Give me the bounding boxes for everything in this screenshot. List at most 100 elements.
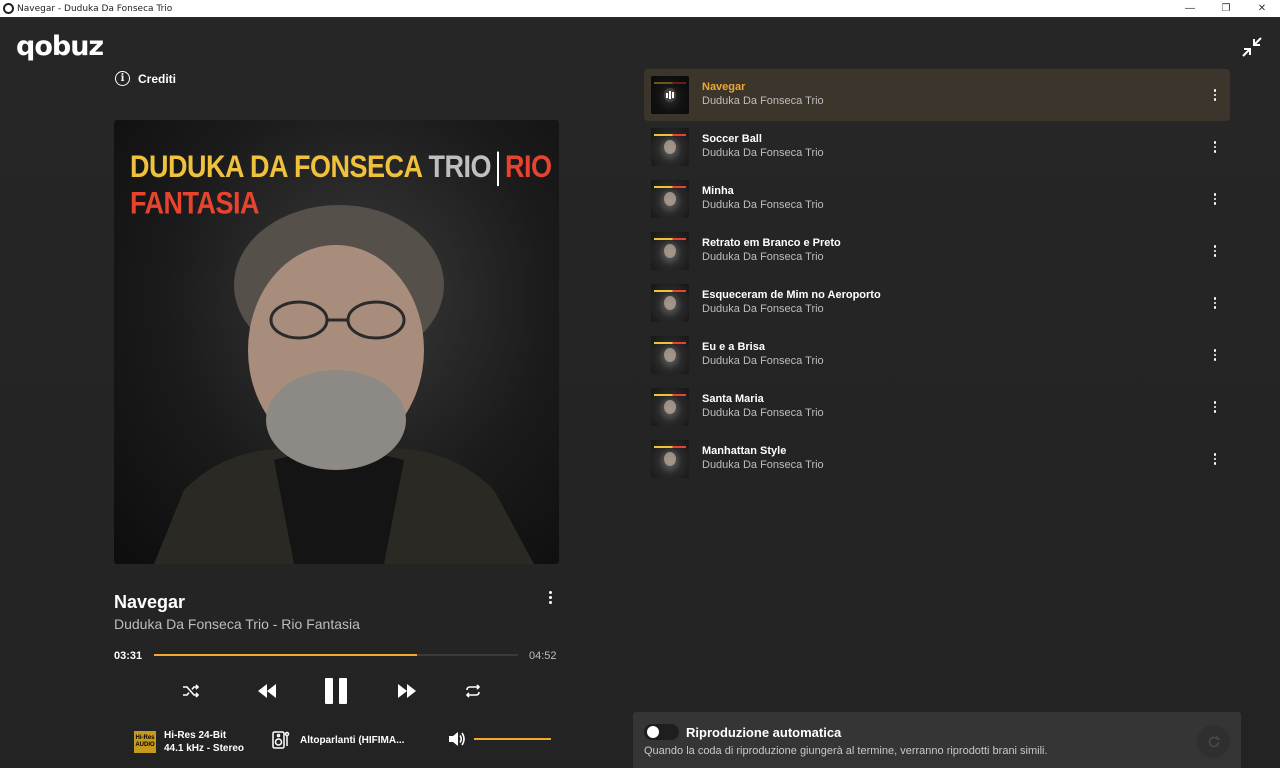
queue-item-artist: Duduka Da Fonseca Trio: [702, 355, 824, 367]
app-icon: [3, 3, 14, 14]
queue-item-title: Retrato em Branco e Preto: [702, 237, 841, 249]
output-device-button[interactable]: Altoparlanti (HIFIMA...: [272, 730, 404, 750]
more-dot: [1213, 89, 1217, 92]
thumbnail-face: [664, 296, 676, 310]
queue-item[interactable]: Esqueceram de Mim no Aeroporto Duduka Da …: [644, 277, 1230, 329]
cover-portrait: [154, 205, 534, 564]
queue-item-thumbnail: [651, 284, 689, 322]
qobuz-logo[interactable]: qobuz: [16, 31, 104, 62]
play-queue: Navegar Duduka Da Fonseca Trio Soccer Ball…: [644, 69, 1230, 485]
more-dot: [1213, 301, 1217, 305]
queue-item-artist: Duduka Da Fonseca Trio: [702, 147, 824, 159]
queue-item[interactable]: Soccer Ball Duduka Da Fonseca Trio: [644, 121, 1230, 173]
next-icon: [398, 684, 416, 698]
pause-icon: [325, 678, 347, 704]
shuffle-icon: [183, 684, 200, 698]
more-dot: [1213, 358, 1217, 361]
output-device-label: Altoparlanti (HIFIMA...: [300, 734, 405, 746]
queue-item-title: Minha: [702, 185, 734, 197]
autoplay-refresh-button[interactable]: [1197, 725, 1230, 758]
hires-badge: Hi-Res AUDIO: [134, 731, 156, 753]
track-more-button[interactable]: [543, 589, 557, 605]
previous-button[interactable]: [256, 683, 278, 699]
queue-item-artist: Duduka Da Fonseca Trio: [702, 95, 824, 107]
more-dot: [1213, 145, 1217, 149]
more-dot: [1213, 254, 1217, 257]
queue-item-artist: Duduka Da Fonseca Trio: [702, 407, 824, 419]
window-titlebar: Navegar - Duduka Da Fonseca Trio — ❐ ✕: [0, 0, 1280, 17]
more-dot: [1213, 197, 1217, 201]
queue-item-thumbnail: [651, 440, 689, 478]
more-dot: [1213, 249, 1217, 253]
more-dot: [1213, 98, 1217, 101]
player-view: qobuz i Crediti DUDUKA DA FONSECA TRIO RI…: [0, 17, 1280, 768]
restore-button[interactable]: ❐: [1208, 0, 1244, 17]
window-controls: — ❐ ✕: [1172, 0, 1280, 17]
collapse-icon: [1242, 37, 1262, 57]
now-playing-icon: [651, 76, 689, 114]
more-dot: [1213, 245, 1217, 248]
audio-quality[interactable]: Hi-Res AUDIO Hi-Res 24-Bit 44.1 kHz - St…: [134, 729, 244, 755]
queue-item-thumbnail: [651, 128, 689, 166]
queue-item-title: Esqueceram de Mim no Aeroporto: [702, 289, 881, 301]
previous-icon: [258, 684, 276, 698]
queue-item[interactable]: Minha Duduka Da Fonseca Trio: [644, 173, 1230, 225]
queue-item-title: Navegar: [702, 81, 746, 93]
queue-item-artist: Duduka Da Fonseca Trio: [702, 199, 824, 211]
queue-item-title: Soccer Ball: [702, 133, 762, 145]
queue-item[interactable]: Santa Maria Duduka Da Fonseca Trio: [644, 381, 1230, 433]
credits-label: Crediti: [138, 71, 177, 86]
volume-icon[interactable]: [448, 731, 466, 747]
queue-item-more-button[interactable]: [1212, 244, 1218, 258]
queue-item-more-button[interactable]: [1212, 192, 1218, 206]
credits-button[interactable]: i Crediti: [115, 71, 176, 86]
queue-item[interactable]: Retrato em Branco e Preto Duduka Da Fonse…: [644, 225, 1230, 277]
window-title: Navegar - Duduka Da Fonseca Trio: [17, 3, 173, 14]
eq-bar: [666, 92, 668, 98]
more-dot: [1213, 462, 1217, 465]
more-dot: [1213, 457, 1217, 461]
thumbnail-face: [664, 400, 676, 414]
queue-item-thumbnail: [651, 232, 689, 270]
minimize-button[interactable]: —: [1172, 0, 1208, 17]
more-dot: [1213, 353, 1217, 357]
repeat-button[interactable]: [463, 683, 483, 699]
total-time: 04:52: [529, 650, 557, 662]
eq-bar: [672, 92, 674, 98]
thumbnail-face: [664, 140, 676, 154]
collapse-player-button[interactable]: [1240, 35, 1264, 59]
queue-item[interactable]: Manhattan Style Duduka Da Fonseca Trio: [644, 433, 1230, 485]
more-dot: [1213, 93, 1217, 97]
queue-item-more-button[interactable]: [1212, 400, 1218, 414]
queue-item-more-button[interactable]: [1212, 452, 1218, 466]
album-cover: DUDUKA DA FONSECA TRIO RIO FANTASIA: [114, 120, 559, 564]
more-dot: [1213, 410, 1217, 413]
volume-slider[interactable]: [474, 738, 551, 740]
next-button[interactable]: [396, 683, 418, 699]
queue-item-artist: Duduka Da Fonseca Trio: [702, 251, 824, 263]
shuffle-button[interactable]: [181, 683, 201, 699]
progress-bar[interactable]: [154, 654, 518, 656]
queue-item-more-button[interactable]: [1212, 88, 1218, 102]
pause-button[interactable]: [322, 677, 350, 705]
queue-item-more-button[interactable]: [1212, 140, 1218, 154]
quality-line1: Hi-Res 24-Bit: [164, 730, 227, 741]
volume-control[interactable]: [448, 731, 551, 747]
close-button[interactable]: ✕: [1244, 0, 1280, 17]
more-dot: [1213, 141, 1217, 144]
track-subtitle[interactable]: Duduka Da Fonseca Trio - Rio Fantasia: [114, 616, 360, 632]
quality-line2: 44.1 kHz - Stereo: [164, 743, 245, 754]
track-title: Navegar: [114, 592, 186, 612]
queue-item-thumbnail: [651, 76, 689, 114]
hires-badge-top: Hi-Res: [135, 735, 155, 741]
eq-bar: [669, 91, 671, 99]
autoplay-description: Quando la coda di riproduzione giungerà …: [644, 745, 1048, 757]
queue-item[interactable]: Navegar Duduka Da Fonseca Trio: [644, 69, 1230, 121]
autoplay-toggle[interactable]: [644, 724, 679, 740]
more-dot: [1213, 202, 1217, 205]
queue-item-more-button[interactable]: [1212, 296, 1218, 310]
queue-item-more-button[interactable]: [1212, 348, 1218, 362]
queue-item[interactable]: Eu e a Brisa Duduka Da Fonseca Trio: [644, 329, 1230, 381]
queue-item-thumbnail: [651, 336, 689, 374]
queue-item-thumbnail: [651, 180, 689, 218]
